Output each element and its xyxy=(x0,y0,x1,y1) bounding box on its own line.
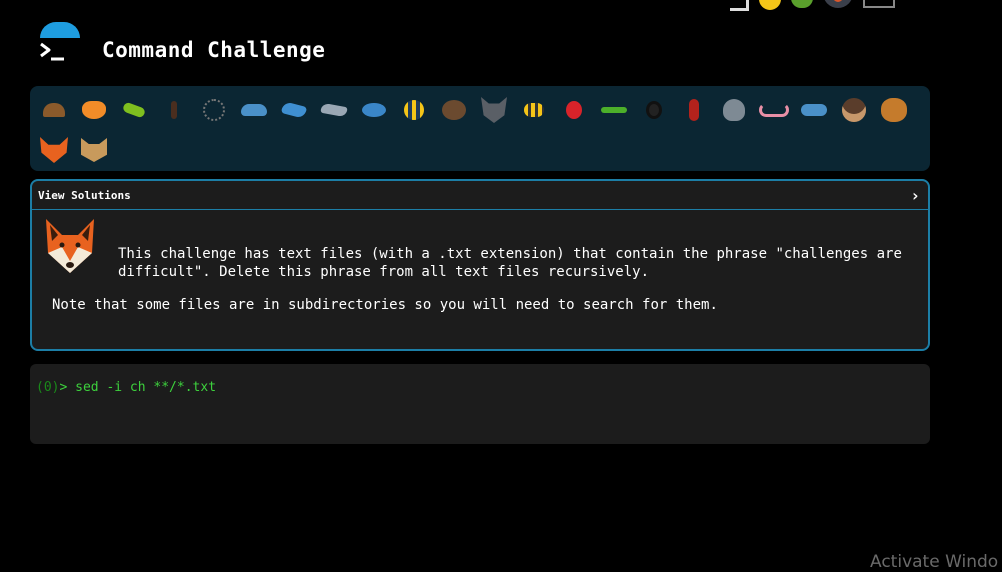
top-toolbar-icons xyxy=(730,0,895,11)
dog-icon[interactable] xyxy=(874,90,914,130)
terminal-prompt-icon[interactable] xyxy=(34,22,82,70)
spiderweb-icon[interactable] xyxy=(194,90,234,130)
monkey-icon[interactable] xyxy=(834,90,874,130)
view-solutions-label: View Solutions xyxy=(38,188,131,202)
terminal-input-area[interactable]: (0)> sed -i ch **/*.txt xyxy=(30,364,930,444)
tropical-fish-icon[interactable] xyxy=(394,90,434,130)
fish-icon[interactable] xyxy=(354,90,394,130)
cat-icon[interactable] xyxy=(74,130,114,170)
bee-icon[interactable] xyxy=(514,90,554,130)
worm-icon[interactable] xyxy=(594,90,634,130)
ant-icon[interactable] xyxy=(154,90,194,130)
user-avatar-icon[interactable] xyxy=(823,0,853,8)
page-title: Command Challenge xyxy=(102,38,326,62)
challenge-description: This challenge has text files (with a .t… xyxy=(118,246,902,280)
fly-icon[interactable] xyxy=(714,90,754,130)
microbe-icon[interactable] xyxy=(794,90,834,130)
view-solutions-toggle[interactable]: View Solutions › xyxy=(32,181,928,210)
challenge-panel: View Solutions › This challenge has text… xyxy=(30,179,930,351)
download-icon[interactable] xyxy=(730,0,749,11)
wolf-icon[interactable] xyxy=(474,90,514,130)
worm-icon[interactable] xyxy=(754,90,794,130)
laptop-icon[interactable] xyxy=(863,0,895,8)
exit-code: (0) xyxy=(36,380,60,395)
caterpillar-icon[interactable] xyxy=(114,90,154,130)
scorpion-icon[interactable] xyxy=(674,90,714,130)
whale-icon[interactable] xyxy=(234,90,274,130)
chevron-right-icon[interactable]: › xyxy=(910,186,920,205)
bee-icon[interactable] xyxy=(759,0,781,10)
challenge-note: Note that some files are in subdirectori… xyxy=(52,297,718,313)
fox-icon xyxy=(44,217,96,275)
windows-activation-watermark: Activate Windo xyxy=(870,552,999,572)
spider-icon[interactable] xyxy=(634,90,674,130)
prompt-symbol: > xyxy=(59,380,68,395)
page-header: Command Challenge xyxy=(34,22,325,70)
fox-icon[interactable] xyxy=(34,130,74,170)
dolphin-icon[interactable] xyxy=(274,90,314,130)
ladybug-icon[interactable] xyxy=(554,90,594,130)
snail-icon[interactable] xyxy=(34,90,74,130)
leaf-icon[interactable] xyxy=(791,0,813,8)
command-input[interactable]: sed -i ch **/*.txt xyxy=(75,380,216,395)
butterfly-icon[interactable] xyxy=(74,90,114,130)
dolphin-icon[interactable] xyxy=(314,90,354,130)
challenge-icon-bar xyxy=(30,86,930,171)
beaver-icon[interactable] xyxy=(434,90,474,130)
